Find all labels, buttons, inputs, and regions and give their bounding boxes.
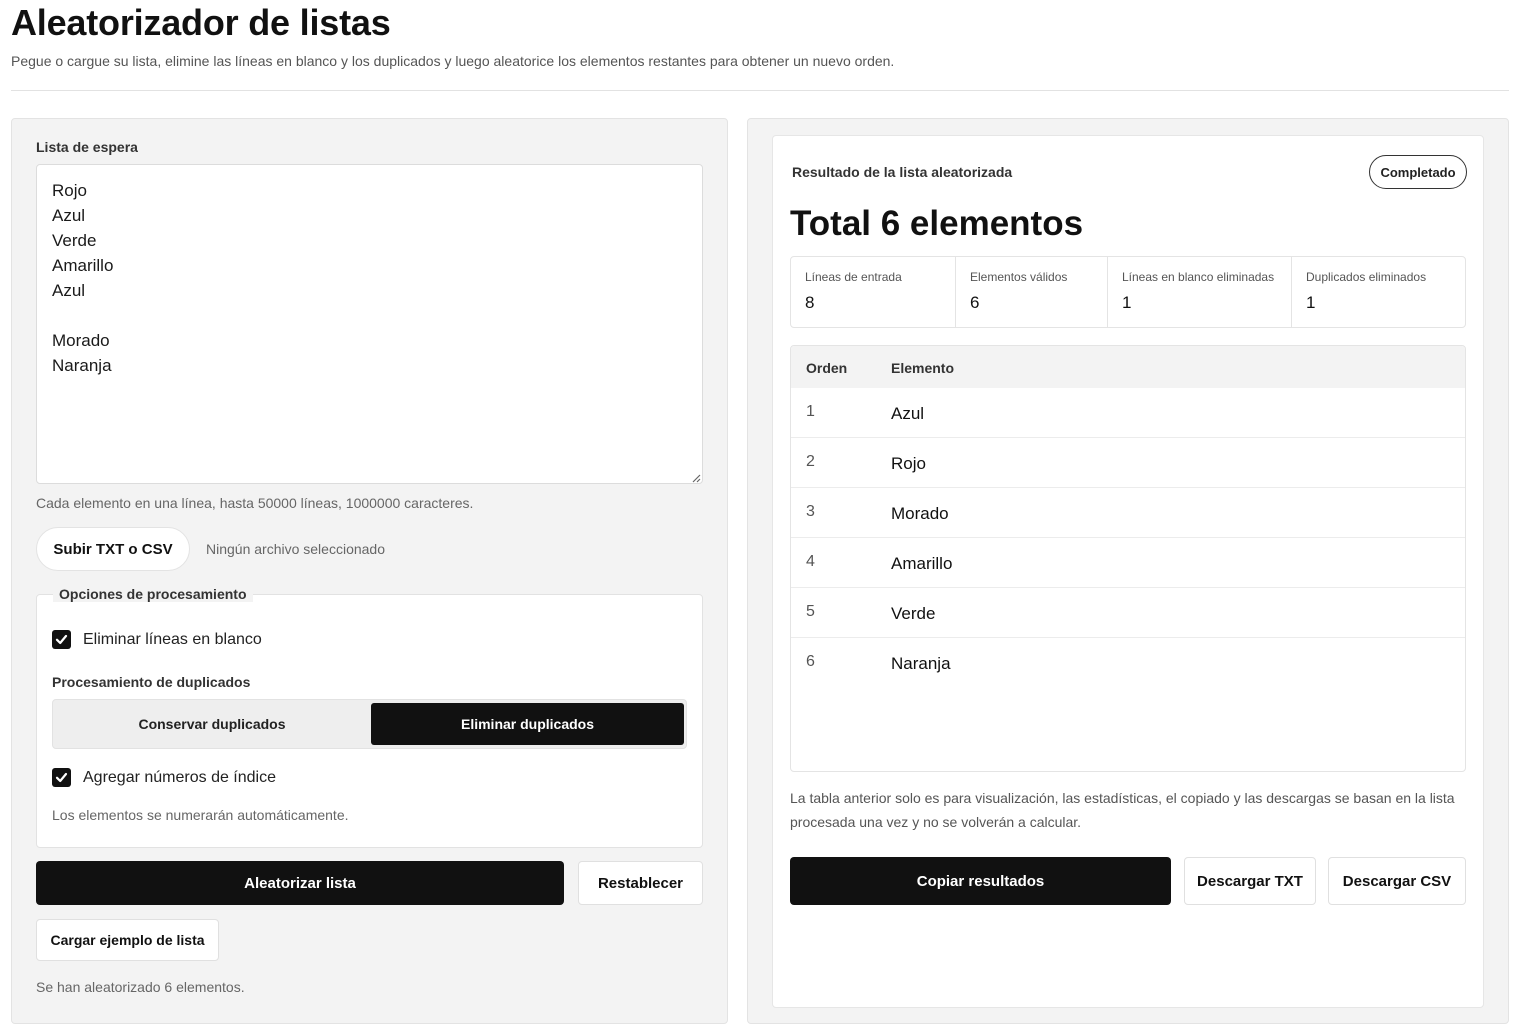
table-row: 4 Amarillo — [791, 538, 1465, 588]
load-example-button[interactable]: Cargar ejemplo de lista — [36, 919, 219, 961]
upload-file-button[interactable]: Subir TXT o CSV — [36, 527, 190, 571]
header-divider — [11, 90, 1509, 91]
duplicates-title: Procesamiento de duplicados — [52, 674, 251, 690]
stat-value: 8 — [805, 293, 815, 312]
stat-blank-removed: Líneas en blanco eliminadas 1 — [1108, 257, 1292, 327]
stat-input-lines: Líneas de entrada 8 — [791, 257, 956, 327]
check-icon — [55, 634, 68, 645]
row-element: Rojo — [891, 454, 926, 473]
column-header-element: Elemento — [891, 360, 955, 376]
remove-blank-option[interactable]: Eliminar líneas en blanco — [52, 630, 262, 649]
row-element: Morado — [891, 504, 949, 523]
processing-options: Opciones de procesamiento Eliminar línea… — [36, 586, 703, 848]
stat-label: Elementos válidos — [970, 270, 1068, 284]
download-csv-button[interactable]: Descargar CSV — [1328, 857, 1466, 905]
result-table: Orden Elemento 1 Azul 2 Rojo 3 Morado 4 … — [790, 345, 1466, 772]
add-index-label: Agregar números de índice — [83, 768, 276, 786]
row-element: Naranja — [891, 654, 951, 673]
status-badge: Completado — [1369, 155, 1467, 189]
table-row: 1 Azul — [791, 388, 1465, 438]
input-label: Lista de espera — [36, 139, 138, 155]
result-panel: Resultado de la lista aleatorizada Compl… — [747, 118, 1509, 1024]
stat-label: Líneas de entrada — [805, 270, 902, 284]
row-element: Azul — [891, 404, 925, 423]
table-row: 6 Naranja — [791, 638, 1465, 688]
add-index-checkbox[interactable] — [52, 768, 71, 787]
processing-options-legend: Opciones de procesamiento — [53, 586, 253, 602]
stat-valid-items: Elementos válidos 6 — [956, 257, 1108, 327]
status-message: Se han aleatorizado 6 elementos. — [36, 979, 245, 995]
check-icon — [55, 772, 68, 783]
result-card: Resultado de la lista aleatorizada Compl… — [772, 135, 1484, 1008]
keep-duplicates-button[interactable]: Conservar duplicados — [56, 703, 368, 745]
row-order: 6 — [806, 653, 815, 670]
input-hint: Cada elemento en una línea, hasta 50000 … — [36, 495, 474, 511]
table-header: Orden Elemento — [791, 346, 1465, 388]
remove-blank-checkbox[interactable] — [52, 630, 71, 649]
table-row: 3 Morado — [791, 488, 1465, 538]
file-status: Ningún archivo seleccionado — [206, 541, 385, 557]
resize-handle-icon[interactable] — [691, 473, 701, 483]
input-panel: Lista de espera Cada elemento en una lín… — [11, 118, 728, 1024]
stat-value: 1 — [1306, 293, 1316, 312]
row-order: 4 — [806, 553, 815, 570]
download-txt-button[interactable]: Descargar TXT — [1184, 857, 1316, 905]
row-order: 2 — [806, 453, 815, 470]
remove-duplicates-button[interactable]: Eliminar duplicados — [371, 703, 684, 745]
add-index-option[interactable]: Agregar números de índice — [52, 768, 276, 787]
page-title: Aleatorizador de listas — [11, 2, 391, 43]
stat-value: 1 — [1122, 293, 1132, 312]
remove-blank-label: Eliminar líneas en blanco — [83, 630, 262, 648]
stat-duplicates-removed: Duplicados eliminados 1 — [1292, 257, 1465, 327]
stat-label: Duplicados eliminados — [1306, 270, 1427, 284]
total-count: Total 6 elementos — [790, 204, 1084, 243]
row-element: Amarillo — [891, 554, 953, 573]
page-subtitle: Pegue o cargue su lista, elimine las lín… — [11, 53, 895, 69]
index-hint: Los elementos se numerarán automáticamen… — [52, 807, 349, 823]
result-note: La tabla anterior solo es para visualiza… — [790, 790, 1455, 830]
randomize-button[interactable]: Aleatorizar lista — [36, 861, 564, 905]
row-element: Verde — [891, 604, 936, 623]
reset-button[interactable]: Restablecer — [578, 861, 703, 905]
duplicates-mode-toggle: Conservar duplicados Eliminar duplicados — [52, 699, 687, 749]
stats-bar: Líneas de entrada 8 Elementos válidos 6 … — [790, 256, 1466, 328]
copy-results-button[interactable]: Copiar resultados — [790, 857, 1171, 905]
table-row: 5 Verde — [791, 588, 1465, 638]
row-order: 3 — [806, 503, 815, 520]
stat-label: Líneas en blanco eliminadas — [1122, 270, 1275, 284]
stat-value: 6 — [970, 293, 980, 312]
row-order: 1 — [806, 403, 815, 420]
row-order: 5 — [806, 603, 815, 620]
table-row: 2 Rojo — [791, 438, 1465, 488]
list-input[interactable] — [36, 164, 703, 484]
result-title: Resultado de la lista aleatorizada — [792, 164, 1013, 180]
column-header-order: Orden — [806, 360, 848, 376]
